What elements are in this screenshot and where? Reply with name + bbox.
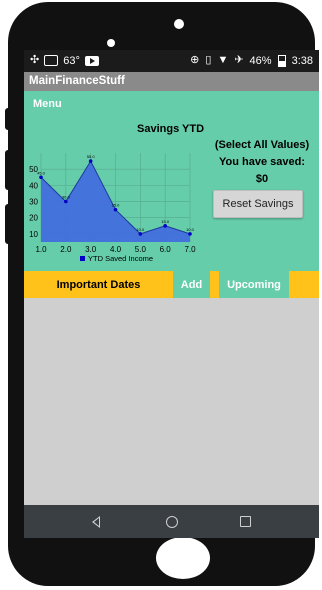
legend-label: YTD Saved Income	[88, 254, 153, 263]
data-point	[88, 159, 93, 163]
data-label: 55.0	[87, 154, 96, 159]
tab-upcoming[interactable]: Upcoming	[219, 271, 289, 298]
y-tick-label: 20	[29, 214, 38, 223]
tab-spacer	[210, 271, 219, 298]
tab-row: Important Dates Add Upcoming	[24, 271, 319, 298]
menu-button[interactable]: Menu	[33, 98, 62, 110]
y-tick-label: 50	[29, 165, 38, 174]
legend-swatch	[80, 256, 85, 261]
data-label: 45.0	[37, 170, 46, 175]
clock: 3:38	[291, 54, 313, 67]
data-saver-icon: ⊕	[190, 54, 200, 66]
x-tick-label: 2.0	[60, 245, 72, 254]
hardware-home-button[interactable]	[156, 537, 210, 579]
battery-percent: 46%	[249, 54, 272, 67]
battery-icon	[277, 54, 286, 67]
saved-label: You have saved:	[219, 156, 305, 168]
app-title-bar: MainFinanceStuff	[24, 72, 319, 91]
data-label: 10.0	[136, 227, 145, 232]
video-play-icon	[84, 55, 99, 66]
chart-title: Savings YTD	[137, 123, 205, 135]
fan-icon: ✣	[30, 54, 40, 66]
tab-add[interactable]: Add	[173, 271, 210, 298]
speaker-dot	[174, 19, 184, 29]
app-title: MainFinanceStuff	[29, 75, 125, 87]
data-label: 15.0	[161, 219, 170, 224]
vibrate-icon: ▯	[205, 54, 212, 66]
x-tick-label: 1.0	[35, 245, 47, 254]
y-tick-label: 10	[29, 230, 38, 239]
airplane-icon: ✈	[234, 54, 244, 66]
reset-savings-button[interactable]: Reset Savings	[213, 190, 303, 218]
status-bar: ✣ 63° ⊕ ▯ ▼ ✈ 46% 3:38	[24, 50, 319, 72]
wifi-icon: ▼	[217, 54, 229, 66]
data-point	[113, 207, 118, 212]
data-label: 30.0	[62, 195, 71, 200]
home-icon[interactable]	[166, 516, 178, 528]
x-tick-label: 6.0	[160, 245, 172, 254]
saved-amount: $0	[255, 173, 269, 185]
data-label: 25.0	[112, 203, 121, 208]
tab-important-dates[interactable]: Important Dates	[24, 271, 173, 298]
recent-apps-icon[interactable]	[240, 516, 251, 527]
tab-spacer	[289, 271, 319, 298]
data-point	[163, 224, 167, 228]
image-icon	[44, 55, 59, 66]
temperature-text: 63°	[63, 54, 80, 67]
data-point	[64, 199, 68, 204]
select-all-values-text[interactable]: (Select All Values)	[206, 139, 318, 151]
data-label: 10.0	[186, 227, 195, 232]
x-tick-label: 3.0	[85, 245, 97, 254]
x-tick-label: 5.0	[135, 245, 147, 254]
y-tick-label: 30	[29, 198, 38, 207]
x-tick-label: 7.0	[184, 245, 196, 254]
camera-dot	[107, 39, 115, 47]
back-icon[interactable]	[92, 516, 100, 528]
savings-chart[interactable]: 45.0 30.0 55.0 25.0 10.0 15.0 10.0 10 20 30 40 50 1.…	[24, 141, 204, 271]
phone-screen: ✣ 63° ⊕ ▯ ▼ ✈ 46% 3:38 MainFinanceStuff …	[24, 50, 319, 538]
x-tick-label: 4.0	[110, 245, 122, 254]
android-nav-bar	[24, 505, 319, 538]
savings-info-panel: (Select All Values) You have saved: $0	[206, 139, 318, 190]
data-point	[188, 232, 192, 236]
data-point	[39, 175, 43, 180]
data-point	[138, 232, 143, 236]
main-panel: Menu Savings YTD 45.0 30.0 55.0 25.0 10.0 15.…	[24, 91, 319, 271]
y-tick-label: 40	[29, 181, 38, 190]
